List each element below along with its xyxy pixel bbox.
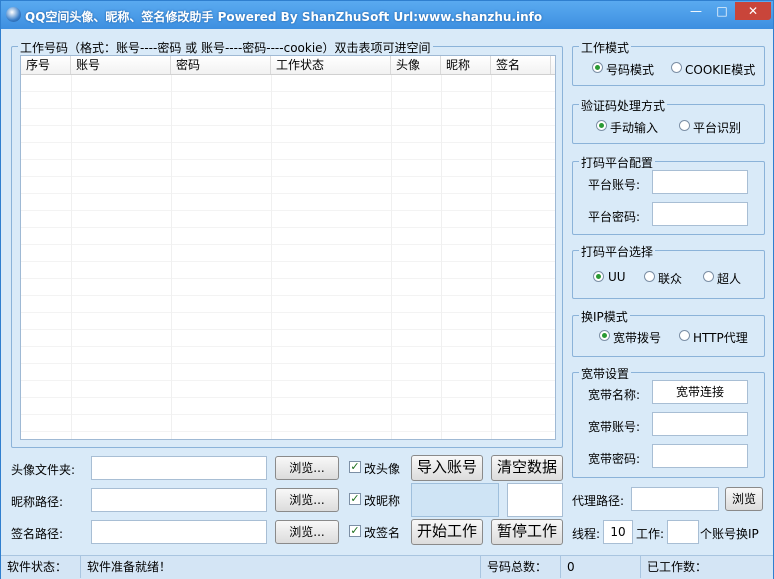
nickname-path-label: 昵称路径: xyxy=(11,495,64,509)
threads-input[interactable]: 10 xyxy=(603,520,633,544)
platform-radio-lianzhong[interactable] xyxy=(644,271,655,282)
status-state-value: 软件准备就绪！ xyxy=(81,556,481,578)
pause-work-button[interactable]: 暂停工作 xyxy=(491,519,563,545)
work-count-label: 工作: xyxy=(636,527,665,541)
work-mode-radio-number[interactable] xyxy=(592,62,603,73)
ip-radio-dialup[interactable] xyxy=(599,330,610,341)
platform-option-lianzhong[interactable]: 联众 xyxy=(658,270,682,287)
threads-label: 线程: xyxy=(572,527,601,541)
column-divider xyxy=(171,75,172,439)
change-nickname-checkbox[interactable]: ✓ xyxy=(349,493,361,505)
broadband-password-label: 宽带密码: xyxy=(588,452,641,466)
broadband-title: 宽带设置 xyxy=(579,365,632,382)
captcha-option-manual[interactable]: 手动输入 xyxy=(610,119,658,136)
status-bar: 软件状态： 软件准备就绪！ 号码总数： 0 已工作数： xyxy=(1,555,773,579)
change-signature-checkbox[interactable]: ✓ xyxy=(349,525,361,537)
proxy-browse-button[interactable]: 浏览 xyxy=(725,487,763,511)
import-accounts-button[interactable]: 导入账号 xyxy=(411,455,483,481)
broadband-name-label: 宽带名称: xyxy=(588,388,641,402)
platform-radio-chaoren[interactable] xyxy=(703,271,714,282)
captcha-option-platform[interactable]: 平台识别 xyxy=(693,119,741,136)
signature-path-label: 签名路径: xyxy=(11,527,64,541)
title-bar[interactable]: QQ空间头像、昵称、签名修改助手 Powered By ShanZhuSoft … xyxy=(1,1,773,29)
table-body[interactable] xyxy=(21,75,555,439)
column-header-nickname[interactable]: 昵称 xyxy=(441,56,491,74)
work-mode-title: 工作模式 xyxy=(579,39,632,56)
status-worked-label: 已工作数： xyxy=(647,560,708,574)
ip-mode-title: 换IP模式 xyxy=(579,308,630,325)
avatar-browse-button[interactable]: 浏览... xyxy=(275,456,339,480)
nickname-path-input[interactable] xyxy=(91,488,267,512)
captcha-radio-platform[interactable] xyxy=(679,120,690,131)
column-header-signature[interactable]: 签名 xyxy=(491,56,551,74)
change-nickname-label[interactable]: 改昵称 xyxy=(364,492,400,509)
column-header-password[interactable]: 密码 xyxy=(171,56,271,74)
column-divider xyxy=(271,75,272,439)
status-state-label: 软件状态： xyxy=(1,556,81,578)
signature-path-input[interactable] xyxy=(91,520,267,544)
avatar-folder-label: 头像文件夹: xyxy=(11,463,76,477)
broadband-password-input[interactable] xyxy=(652,444,748,468)
work-mode-option-number[interactable]: 号码模式 xyxy=(606,61,654,78)
platform-option-chaoren[interactable]: 超人 xyxy=(717,270,741,287)
column-header-status[interactable]: 工作状态 xyxy=(271,56,391,74)
status-total-label: 号码总数： xyxy=(481,556,561,578)
broadband-account-input[interactable] xyxy=(652,412,748,436)
column-header-index[interactable]: 序号 xyxy=(21,56,71,74)
platform-password-input[interactable] xyxy=(652,202,748,226)
window-title: QQ空间头像、昵称、签名修改助手 Powered By ShanZhuSoft … xyxy=(25,10,543,24)
column-divider xyxy=(491,75,492,439)
switch-ip-count-input[interactable] xyxy=(667,520,699,544)
signature-browse-button[interactable]: 浏览... xyxy=(275,520,339,544)
table-header: 序号 账号 密码 工作状态 头像 昵称 签名 xyxy=(21,56,555,75)
platform-option-uu[interactable]: UU xyxy=(608,270,626,284)
change-signature-label[interactable]: 改签名 xyxy=(364,524,400,541)
app-logo-icon xyxy=(6,7,21,22)
work-mode-radio-cookie[interactable] xyxy=(671,62,682,73)
captcha-image-box xyxy=(411,483,499,517)
work-mode-option-cookie[interactable]: COOKIE模式 xyxy=(685,61,755,78)
close-button[interactable]: ✕ xyxy=(735,2,771,20)
change-avatar-checkbox[interactable]: ✓ xyxy=(349,461,361,473)
clear-data-button[interactable]: 清空数据 xyxy=(491,455,563,481)
platform-account-input[interactable] xyxy=(652,170,748,194)
column-divider xyxy=(441,75,442,439)
column-divider xyxy=(391,75,392,439)
ip-radio-http-proxy[interactable] xyxy=(679,330,690,341)
platform-config-title: 打码平台配置 xyxy=(579,154,656,171)
platform-account-label: 平台账号: xyxy=(588,178,641,192)
app-window: QQ空间头像、昵称、签名修改助手 Powered By ShanZhuSoft … xyxy=(0,0,774,579)
platform-password-label: 平台密码: xyxy=(588,210,641,224)
nickname-browse-button[interactable]: 浏览... xyxy=(275,488,339,512)
accounts-table[interactable]: 序号 账号 密码 工作状态 头像 昵称 签名 xyxy=(20,55,556,440)
minimize-button[interactable]: — xyxy=(683,2,709,20)
captcha-input[interactable] xyxy=(507,483,563,517)
platform-radio-uu[interactable] xyxy=(593,271,604,282)
ip-option-http-proxy[interactable]: HTTP代理 xyxy=(693,329,748,346)
column-divider xyxy=(71,75,72,439)
switch-ip-suffix-label: 个账号换IP xyxy=(700,527,759,541)
captcha-mode-title: 验证码处理方式 xyxy=(579,97,668,114)
platform-select-title: 打码平台选择 xyxy=(579,243,656,260)
proxy-path-label: 代理路径: xyxy=(572,494,625,508)
start-work-button[interactable]: 开始工作 xyxy=(411,519,483,545)
proxy-path-input[interactable] xyxy=(631,487,719,511)
status-total-value: 0 xyxy=(561,556,641,578)
column-header-account[interactable]: 账号 xyxy=(71,56,171,74)
avatar-folder-input[interactable] xyxy=(91,456,267,480)
broadband-account-label: 宽带账号: xyxy=(588,420,641,434)
broadband-name-input[interactable]: 宽带连接 xyxy=(652,380,748,404)
column-header-avatar[interactable]: 头像 xyxy=(391,56,441,74)
maximize-button[interactable]: □ xyxy=(709,2,735,20)
ip-option-dialup[interactable]: 宽带拨号 xyxy=(613,329,661,346)
change-avatar-label[interactable]: 改头像 xyxy=(364,460,400,477)
accounts-group-title: 工作号码（格式：账号----密码 或 账号----密码----cookie）双击… xyxy=(18,39,433,56)
captcha-radio-manual[interactable] xyxy=(596,120,607,131)
